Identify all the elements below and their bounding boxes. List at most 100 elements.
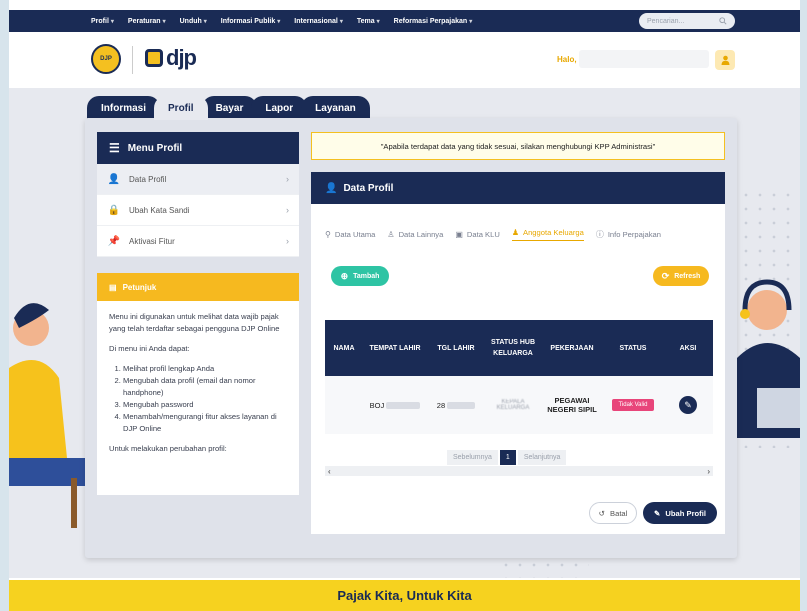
guide-paragraph: Menu ini digunakan untuk melihat data wa…	[109, 312, 280, 333]
subtab-data-lainnya[interactable]: ♙ Data Lainnya	[387, 228, 443, 241]
guide-list-item: Menambah/mengurangi fitur akses layanan …	[123, 411, 287, 435]
card-header: 👤 Data Profil	[311, 172, 725, 204]
column-header-pekerjaan[interactable]: PEKERJAAN	[541, 343, 603, 354]
redacted-text	[447, 402, 476, 410]
menu-item-data-profil[interactable]: 👤 Data Profil ›	[97, 164, 299, 195]
add-family-member-button[interactable]: ⊕ Tambah	[331, 266, 389, 286]
footer-slogan: Pajak Kita, Untuk Kita	[337, 588, 472, 603]
nav-informasi-publik[interactable]: Informasi Publik ▾	[221, 18, 280, 25]
refresh-icon: ⟳	[661, 270, 670, 281]
user-icon: 👤	[325, 182, 338, 194]
user-tie-icon: ♙	[387, 230, 395, 239]
family-table: NAMA TEMPAT LAHIR TGL LAHIR STATUS HUB K…	[325, 320, 713, 434]
menu-item-aktivasi-fitur[interactable]: 📌 Aktivasi Fitur ›	[97, 226, 299, 257]
column-header-status-hub-keluarga[interactable]: STATUS HUB KELUARGA	[485, 337, 541, 359]
guide-box: ▤ Petunjuk Menu ini digunakan untuk meli…	[97, 273, 299, 495]
tab-layanan[interactable]: Layanan	[301, 96, 370, 120]
search-icon	[719, 17, 727, 25]
tab-bayar[interactable]: Bayar	[201, 96, 258, 120]
tab-informasi[interactable]: Informasi	[87, 96, 161, 120]
guide-list: Melihat profil lengkap Anda Mengubah dat…	[109, 363, 287, 435]
guide-list-item: Melihat profil lengkap Anda	[123, 363, 287, 375]
scroll-left-icon[interactable]: ‹	[328, 467, 331, 476]
person-illustration-left	[9, 303, 87, 528]
nav-internasional[interactable]: Internasional ▾	[294, 18, 343, 25]
cell-tempat-lahir: BOJ	[363, 401, 427, 410]
status-badge: Tidak Valid	[612, 399, 654, 411]
chevron-right-icon: ›	[286, 174, 289, 184]
column-header-status[interactable]: STATUS	[603, 343, 663, 354]
family-icon: ♟	[511, 228, 519, 237]
cell-pekerjaan: PEGAWAI NEGERI SIPIL	[547, 396, 597, 414]
guide-list-item: Mengubah data profil (email dan nomor ha…	[123, 375, 287, 399]
pin-icon: 📌	[107, 235, 121, 247]
chevron-right-icon: ›	[286, 236, 289, 246]
cell-status-hub-keluarga: KEPALA KELUARGA	[496, 399, 530, 411]
user-icon: 👤	[107, 173, 121, 185]
info-icon: ⓘ	[595, 230, 604, 239]
user-menu-button[interactable]	[715, 50, 735, 70]
redacted-text	[386, 402, 421, 410]
guide-header: ▤ Petunjuk	[97, 273, 299, 301]
user-icon	[721, 55, 729, 65]
scroll-right-icon[interactable]: ›	[707, 467, 710, 476]
call-center-illustration-right	[737, 279, 800, 438]
djp-logo-mark-icon	[145, 49, 163, 67]
guide-paragraph: Di menu ini Anda dapat:	[109, 344, 190, 353]
guide-body: Menu ini digunakan untuk melihat data wa…	[97, 301, 299, 473]
nav-reformasi-perpajakan[interactable]: Reformasi Perpajakan ▾	[394, 18, 473, 25]
lock-icon: 🔒	[107, 204, 121, 216]
prev-page-button[interactable]: Sebelumnya	[447, 450, 498, 465]
page-button-current[interactable]: 1	[499, 450, 516, 465]
notice-banner: "Apabila terdapat data yang tidak sesuai…	[311, 132, 725, 160]
profile-menu: ☰ Menu Profil 👤 Data Profil › 🔒 Ubah Kat…	[97, 132, 299, 257]
subtab-data-utama[interactable]: ⚲ Data Utama	[325, 228, 375, 241]
refresh-button[interactable]: ⟳ Refresh	[653, 266, 709, 286]
column-header-tempat-lahir[interactable]: TEMPAT LAHIR	[363, 343, 427, 354]
top-navigation: Profil ▾ Peraturan ▾ Unduh ▾ Informasi Publ…	[9, 10, 800, 32]
hamburger-icon: ☰	[109, 141, 120, 155]
chevron-right-icon: ›	[286, 205, 289, 215]
subtab-data-klu[interactable]: ▣ Data KLU	[455, 228, 500, 241]
decorative-dots	[499, 558, 589, 578]
column-header-nama[interactable]: NAMA	[325, 343, 363, 354]
column-header-aksi: AKSI	[679, 344, 697, 352]
edit-icon: ✎	[654, 508, 661, 518]
menu-header: ☰ Menu Profil	[97, 132, 299, 164]
menu-item-ubah-kata-sandi[interactable]: 🔒 Ubah Kata Sandi ›	[97, 195, 299, 226]
tab-profil[interactable]: Profil	[154, 96, 208, 120]
search-input[interactable]: Pencarian...	[639, 13, 735, 29]
profile-subtabs: ⚲ Data Utama ♙ Data Lainnya ▣ Data KLU ♟ Ang…	[325, 228, 673, 241]
guide-list-item: Mengubah password	[123, 399, 287, 411]
briefcase-icon: ▣	[455, 230, 463, 239]
horizontal-scrollbar[interactable]: ‹ ›	[325, 466, 713, 476]
nav-tema[interactable]: Tema ▾	[357, 18, 380, 25]
person-outline-icon: ⚲	[325, 230, 331, 239]
cancel-button[interactable]: ↺ Batal	[589, 502, 637, 524]
nav-peraturan[interactable]: Peraturan ▾	[128, 18, 166, 25]
column-header-tgl-lahir[interactable]: TGL LAHIR	[427, 343, 485, 354]
table-header: NAMA TEMPAT LAHIR TGL LAHIR STATUS HUB K…	[325, 320, 713, 376]
table-row: BOJ 28 KEPALA KELUARGA PEGAWAI NEGERI SI…	[325, 376, 713, 434]
cell-aksi: ✎	[663, 396, 713, 414]
djp-logo[interactable]: djp	[145, 45, 197, 71]
pagination: Sebelumnya 1 Selanjutnya	[447, 450, 567, 465]
undo-icon: ↺	[598, 508, 606, 518]
greeting-bar	[579, 50, 709, 68]
tab-lapor[interactable]: Lapor	[251, 96, 308, 120]
greeting-text: Halo,	[557, 55, 577, 64]
footer-banner: Pajak Kita, Untuk Kita	[9, 580, 800, 611]
guide-paragraph: Untuk melakukan perubahan profil:	[109, 444, 227, 453]
main-tabs: Informasi Profil Bayar Lapor Layanan	[87, 96, 370, 120]
next-page-button[interactable]: Selanjutnya	[517, 450, 567, 465]
nav-unduh[interactable]: Unduh ▾	[180, 18, 207, 25]
plus-circle-icon: ⊕	[340, 270, 349, 281]
nav-profil[interactable]: Profil ▾	[91, 18, 114, 25]
subtab-info-perpajakan[interactable]: ⓘ Info Perpajakan	[596, 228, 661, 241]
data-profil-card: 👤 Data Profil ⚲ Data Utama ♙ Data Lainnya …	[311, 172, 725, 534]
page-frame: Profil ▾ Peraturan ▾ Unduh ▾ Informasi Publ…	[9, 0, 800, 611]
book-icon: ▤	[109, 282, 117, 292]
edit-icon[interactable]: ✎	[679, 396, 697, 414]
subtab-anggota-keluarga[interactable]: ♟ Anggota Keluarga	[511, 228, 584, 241]
edit-profile-button[interactable]: ✎ Ubah Profil	[643, 502, 717, 524]
